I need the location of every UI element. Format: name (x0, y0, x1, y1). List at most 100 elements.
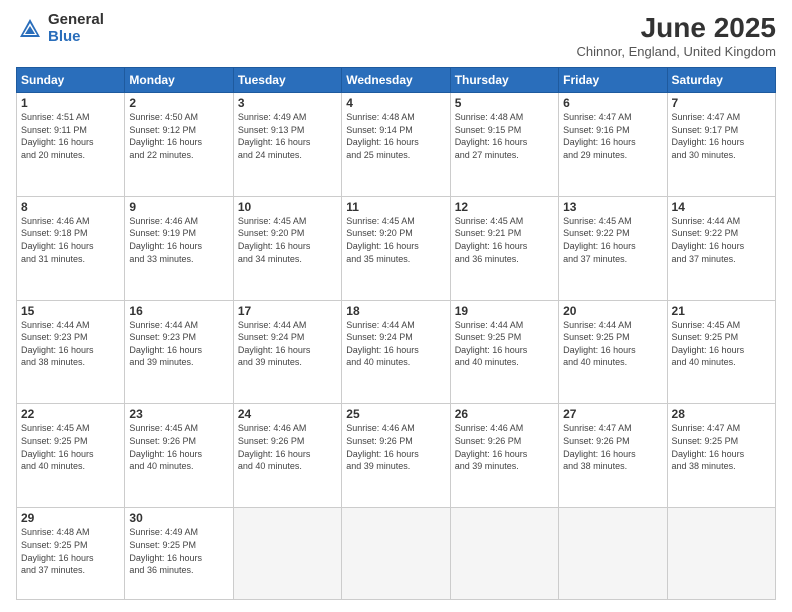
day-info: Sunrise: 4:45 AM Sunset: 9:25 PM Dayligh… (21, 422, 120, 472)
day-info: Sunrise: 4:46 AM Sunset: 9:26 PM Dayligh… (238, 422, 337, 472)
day-info: Sunrise: 4:44 AM Sunset: 9:23 PM Dayligh… (129, 319, 228, 369)
day-info: Sunrise: 4:47 AM Sunset: 9:17 PM Dayligh… (672, 111, 771, 161)
header: General Blue June 2025 Chinnor, England,… (16, 12, 776, 59)
table-row: 26Sunrise: 4:46 AM Sunset: 9:26 PM Dayli… (450, 404, 558, 508)
day-number: 3 (238, 96, 337, 110)
day-number: 23 (129, 407, 228, 421)
calendar-week-row: 8Sunrise: 4:46 AM Sunset: 9:18 PM Daylig… (17, 196, 776, 300)
day-number: 2 (129, 96, 228, 110)
table-row: 11Sunrise: 4:45 AM Sunset: 9:20 PM Dayli… (342, 196, 450, 300)
day-number: 21 (672, 304, 771, 318)
day-info: Sunrise: 4:44 AM Sunset: 9:22 PM Dayligh… (672, 215, 771, 265)
table-row: 12Sunrise: 4:45 AM Sunset: 9:21 PM Dayli… (450, 196, 558, 300)
day-number: 14 (672, 200, 771, 214)
table-row: 7Sunrise: 4:47 AM Sunset: 9:17 PM Daylig… (667, 93, 775, 197)
day-info: Sunrise: 4:51 AM Sunset: 9:11 PM Dayligh… (21, 111, 120, 161)
day-info: Sunrise: 4:47 AM Sunset: 9:26 PM Dayligh… (563, 422, 662, 472)
day-number: 13 (563, 200, 662, 214)
table-row: 28Sunrise: 4:47 AM Sunset: 9:25 PM Dayli… (667, 404, 775, 508)
location: Chinnor, England, United Kingdom (577, 44, 776, 59)
day-number: 6 (563, 96, 662, 110)
day-number: 5 (455, 96, 554, 110)
table-row (233, 508, 341, 600)
day-number: 11 (346, 200, 445, 214)
page: General Blue June 2025 Chinnor, England,… (0, 0, 792, 612)
calendar-week-row: 1Sunrise: 4:51 AM Sunset: 9:11 PM Daylig… (17, 93, 776, 197)
day-info: Sunrise: 4:47 AM Sunset: 9:16 PM Dayligh… (563, 111, 662, 161)
day-info: Sunrise: 4:45 AM Sunset: 9:22 PM Dayligh… (563, 215, 662, 265)
col-friday: Friday (559, 68, 667, 93)
day-info: Sunrise: 4:45 AM Sunset: 9:20 PM Dayligh… (346, 215, 445, 265)
logo-general-text: General (48, 12, 104, 29)
calendar-week-row: 29Sunrise: 4:48 AM Sunset: 9:25 PM Dayli… (17, 508, 776, 600)
logo-text: General Blue (48, 12, 104, 45)
day-info: Sunrise: 4:49 AM Sunset: 9:13 PM Dayligh… (238, 111, 337, 161)
day-info: Sunrise: 4:48 AM Sunset: 9:14 PM Dayligh… (346, 111, 445, 161)
day-info: Sunrise: 4:50 AM Sunset: 9:12 PM Dayligh… (129, 111, 228, 161)
table-row: 27Sunrise: 4:47 AM Sunset: 9:26 PM Dayli… (559, 404, 667, 508)
table-row: 20Sunrise: 4:44 AM Sunset: 9:25 PM Dayli… (559, 300, 667, 404)
col-wednesday: Wednesday (342, 68, 450, 93)
day-number: 7 (672, 96, 771, 110)
table-row (667, 508, 775, 600)
title-block: June 2025 Chinnor, England, United Kingd… (577, 12, 776, 59)
day-number: 22 (21, 407, 120, 421)
logo-icon (16, 15, 44, 43)
day-number: 16 (129, 304, 228, 318)
calendar-table: Sunday Monday Tuesday Wednesday Thursday… (16, 67, 776, 600)
calendar-week-row: 15Sunrise: 4:44 AM Sunset: 9:23 PM Dayli… (17, 300, 776, 404)
day-number: 15 (21, 304, 120, 318)
col-monday: Monday (125, 68, 233, 93)
day-info: Sunrise: 4:45 AM Sunset: 9:25 PM Dayligh… (672, 319, 771, 369)
day-info: Sunrise: 4:46 AM Sunset: 9:18 PM Dayligh… (21, 215, 120, 265)
day-number: 24 (238, 407, 337, 421)
day-info: Sunrise: 4:48 AM Sunset: 9:25 PM Dayligh… (21, 526, 120, 576)
table-row: 13Sunrise: 4:45 AM Sunset: 9:22 PM Dayli… (559, 196, 667, 300)
col-sunday: Sunday (17, 68, 125, 93)
calendar-week-row: 22Sunrise: 4:45 AM Sunset: 9:25 PM Dayli… (17, 404, 776, 508)
day-info: Sunrise: 4:48 AM Sunset: 9:15 PM Dayligh… (455, 111, 554, 161)
table-row: 23Sunrise: 4:45 AM Sunset: 9:26 PM Dayli… (125, 404, 233, 508)
col-saturday: Saturday (667, 68, 775, 93)
day-number: 1 (21, 96, 120, 110)
day-info: Sunrise: 4:44 AM Sunset: 9:25 PM Dayligh… (455, 319, 554, 369)
table-row: 19Sunrise: 4:44 AM Sunset: 9:25 PM Dayli… (450, 300, 558, 404)
day-info: Sunrise: 4:44 AM Sunset: 9:25 PM Dayligh… (563, 319, 662, 369)
day-info: Sunrise: 4:49 AM Sunset: 9:25 PM Dayligh… (129, 526, 228, 576)
table-row: 30Sunrise: 4:49 AM Sunset: 9:25 PM Dayli… (125, 508, 233, 600)
day-info: Sunrise: 4:46 AM Sunset: 9:19 PM Dayligh… (129, 215, 228, 265)
table-row (342, 508, 450, 600)
day-number: 10 (238, 200, 337, 214)
day-info: Sunrise: 4:45 AM Sunset: 9:26 PM Dayligh… (129, 422, 228, 472)
day-number: 28 (672, 407, 771, 421)
table-row: 24Sunrise: 4:46 AM Sunset: 9:26 PM Dayli… (233, 404, 341, 508)
month-title: June 2025 (577, 12, 776, 44)
day-info: Sunrise: 4:44 AM Sunset: 9:24 PM Dayligh… (346, 319, 445, 369)
logo-blue-text: Blue (48, 29, 104, 46)
day-info: Sunrise: 4:44 AM Sunset: 9:23 PM Dayligh… (21, 319, 120, 369)
day-info: Sunrise: 4:45 AM Sunset: 9:20 PM Dayligh… (238, 215, 337, 265)
day-info: Sunrise: 4:45 AM Sunset: 9:21 PM Dayligh… (455, 215, 554, 265)
table-row: 29Sunrise: 4:48 AM Sunset: 9:25 PM Dayli… (17, 508, 125, 600)
table-row (559, 508, 667, 600)
day-number: 20 (563, 304, 662, 318)
day-number: 26 (455, 407, 554, 421)
day-info: Sunrise: 4:46 AM Sunset: 9:26 PM Dayligh… (455, 422, 554, 472)
col-tuesday: Tuesday (233, 68, 341, 93)
day-number: 12 (455, 200, 554, 214)
table-row: 25Sunrise: 4:46 AM Sunset: 9:26 PM Dayli… (342, 404, 450, 508)
table-row: 9Sunrise: 4:46 AM Sunset: 9:19 PM Daylig… (125, 196, 233, 300)
logo: General Blue (16, 12, 104, 45)
day-info: Sunrise: 4:47 AM Sunset: 9:25 PM Dayligh… (672, 422, 771, 472)
table-row: 3Sunrise: 4:49 AM Sunset: 9:13 PM Daylig… (233, 93, 341, 197)
table-row: 4Sunrise: 4:48 AM Sunset: 9:14 PM Daylig… (342, 93, 450, 197)
day-number: 30 (129, 511, 228, 525)
table-row: 18Sunrise: 4:44 AM Sunset: 9:24 PM Dayli… (342, 300, 450, 404)
col-thursday: Thursday (450, 68, 558, 93)
table-row (450, 508, 558, 600)
table-row: 21Sunrise: 4:45 AM Sunset: 9:25 PM Dayli… (667, 300, 775, 404)
table-row: 2Sunrise: 4:50 AM Sunset: 9:12 PM Daylig… (125, 93, 233, 197)
table-row: 5Sunrise: 4:48 AM Sunset: 9:15 PM Daylig… (450, 93, 558, 197)
table-row: 1Sunrise: 4:51 AM Sunset: 9:11 PM Daylig… (17, 93, 125, 197)
day-number: 25 (346, 407, 445, 421)
